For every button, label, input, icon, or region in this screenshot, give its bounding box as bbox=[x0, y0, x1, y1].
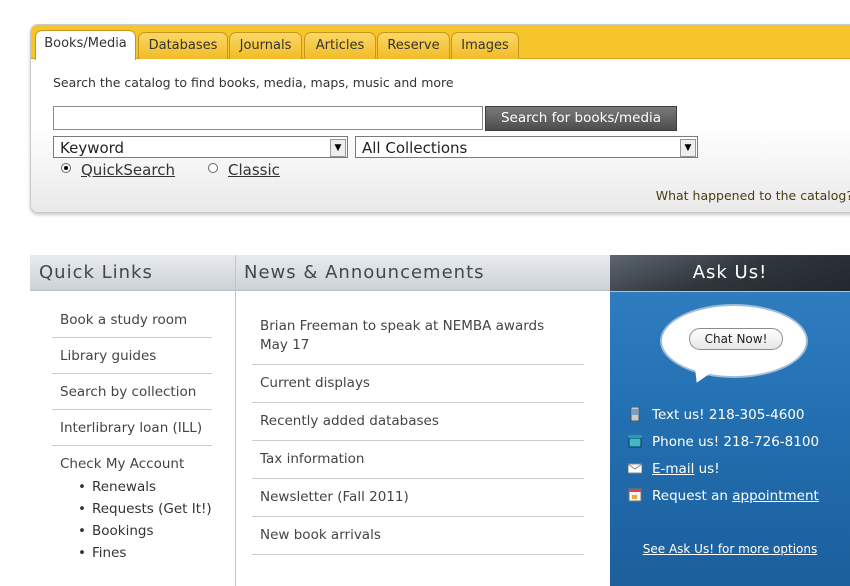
tab-articles[interactable]: Articles bbox=[304, 32, 376, 59]
search-type-select[interactable]: Keyword ▼ bbox=[53, 136, 348, 158]
telephone-icon bbox=[628, 434, 642, 448]
account-sublist: Renewals Requests (Get It!) Bookings Fin… bbox=[60, 472, 212, 564]
collection-value: All Collections bbox=[362, 139, 468, 157]
ask-more-options: See Ask Us! for more options bbox=[610, 542, 850, 556]
news-list: Brian Freeman to speak at NEMBA awards M… bbox=[252, 308, 584, 555]
quick-link-interlibrary-loan[interactable]: Interlibrary loan (ILL) bbox=[52, 410, 212, 446]
chevron-down-icon[interactable]: ▼ bbox=[680, 139, 696, 157]
phone-us-row: Phone us! 218-726-8100 bbox=[628, 434, 819, 450]
quicksearch-radio[interactable]: QuickSearch bbox=[61, 161, 175, 179]
request-prefix: Request an bbox=[652, 488, 733, 504]
tab-journals[interactable]: Journals bbox=[229, 32, 302, 59]
search-instructions: Search the catalog to find books, media,… bbox=[53, 75, 454, 90]
ask-us-heading: Ask Us! bbox=[610, 255, 850, 292]
search-type-value: Keyword bbox=[60, 139, 125, 157]
chevron-down-icon[interactable]: ▼ bbox=[330, 139, 346, 157]
quick-link-search-collection[interactable]: Search by collection bbox=[52, 374, 212, 410]
appointment-row: Request an appointment bbox=[628, 488, 819, 504]
radio-selected-icon[interactable] bbox=[61, 163, 71, 173]
tab-images[interactable]: Images bbox=[451, 32, 519, 59]
radio-unselected-icon[interactable] bbox=[208, 163, 218, 173]
envelope-icon bbox=[627, 461, 643, 475]
account-link-requests[interactable]: Requests (Get It!) bbox=[78, 498, 212, 520]
text-us-row: Text us! 218-305-4600 bbox=[628, 406, 805, 423]
email-suffix: us! bbox=[694, 461, 720, 477]
what-happened-link[interactable]: What happened to the catalog? bbox=[656, 188, 850, 203]
search-tab-bar: Books/Media Databases Journals Articles … bbox=[31, 25, 850, 60]
quick-links-heading: Quick Links bbox=[30, 255, 235, 291]
account-link-fines[interactable]: Fines bbox=[78, 542, 212, 564]
account-link-bookings[interactable]: Bookings bbox=[78, 520, 212, 542]
tab-reserve[interactable]: Reserve bbox=[377, 32, 450, 59]
news-item[interactable]: Brian Freeman to speak at NEMBA awards M… bbox=[252, 308, 584, 365]
appointment-link[interactable]: appointment bbox=[732, 488, 819, 504]
tab-books-media[interactable]: Books/Media bbox=[35, 30, 136, 60]
news-item[interactable]: Tax information bbox=[252, 441, 584, 479]
catalog-search-box: Books/Media Databases Journals Articles … bbox=[30, 24, 850, 213]
ask-more-options-link[interactable]: See Ask Us! for more options bbox=[643, 542, 818, 556]
mobile-phone-icon bbox=[628, 406, 642, 422]
ask-us-panel: Chat Now! Text us! 218-305-4600 Phone us… bbox=[610, 292, 850, 586]
collection-select[interactable]: All Collections ▼ bbox=[355, 136, 698, 158]
chat-now-button[interactable]: Chat Now! bbox=[689, 328, 783, 350]
check-account-label[interactable]: Check My Account bbox=[60, 456, 184, 472]
email-link[interactable]: E-mail bbox=[652, 461, 694, 477]
news-item[interactable]: Newsletter (Fall 2011) bbox=[252, 479, 584, 517]
catalog-search-input[interactable] bbox=[53, 106, 483, 130]
news-item[interactable]: Current displays bbox=[252, 365, 584, 403]
chat-bubble: Chat Now! bbox=[660, 304, 808, 378]
classic-link[interactable]: Classic bbox=[228, 161, 280, 179]
text-us-label: Text us! 218-305-4600 bbox=[652, 407, 805, 423]
calendar-icon bbox=[628, 488, 642, 502]
news-heading: News & Announcements bbox=[236, 255, 610, 291]
quick-link-check-account[interactable]: Check My Account Renewals Requests (Get … bbox=[52, 446, 212, 566]
news-item[interactable]: New book arrivals bbox=[252, 517, 584, 555]
email-us-row: E-mail us! bbox=[627, 461, 720, 477]
classic-radio[interactable]: Classic bbox=[208, 161, 280, 179]
tab-databases[interactable]: Databases bbox=[138, 32, 228, 59]
quick-links-list: Book a study room Library guides Search … bbox=[52, 302, 212, 566]
column-divider bbox=[235, 255, 236, 586]
news-item[interactable]: Recently added databases bbox=[252, 403, 584, 441]
search-books-media-button[interactable]: Search for books/media bbox=[485, 106, 677, 131]
quick-link-library-guides[interactable]: Library guides bbox=[52, 338, 212, 374]
phone-us-label: Phone us! 218-726-8100 bbox=[652, 434, 820, 450]
account-link-renewals[interactable]: Renewals bbox=[78, 476, 212, 498]
quicksearch-link[interactable]: QuickSearch bbox=[81, 161, 175, 179]
quick-link-study-room[interactable]: Book a study room bbox=[52, 302, 212, 338]
